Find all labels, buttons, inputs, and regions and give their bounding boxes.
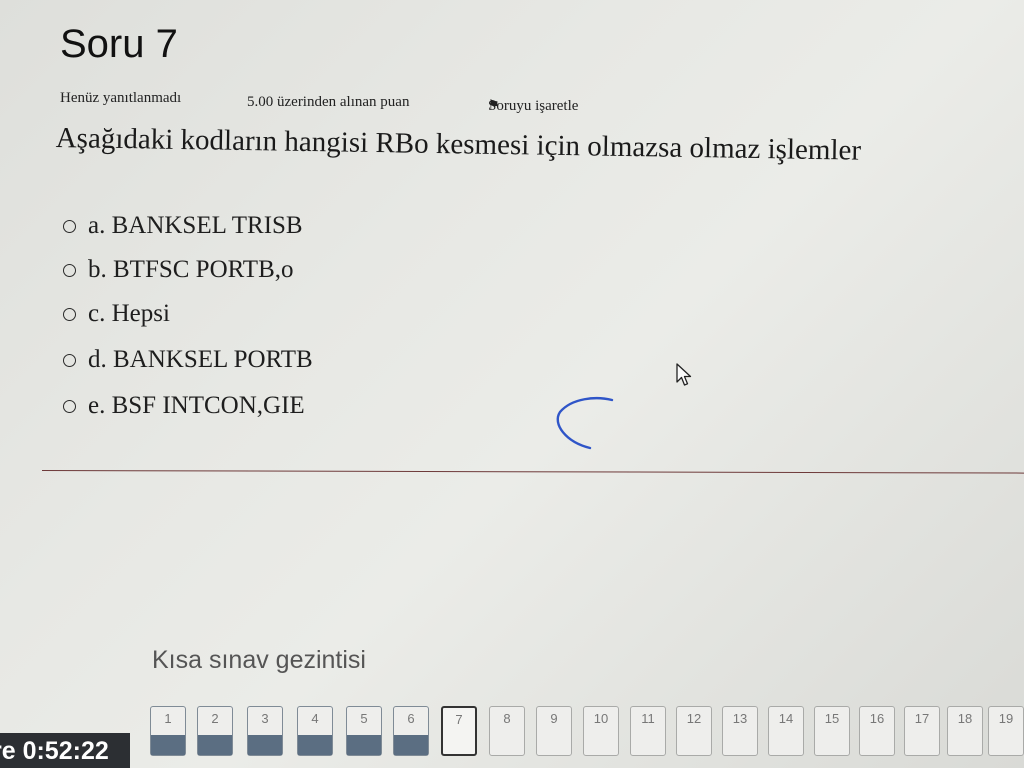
nav-question-10[interactable]: 10 [583,706,619,756]
flag-question-label: Soruyu işaretle [488,98,579,114]
nav-question-15[interactable]: 15 [814,706,850,756]
nav-question-number: 17 [914,711,930,726]
nav-question-2[interactable]: 2 [197,706,233,756]
nav-question-number: 2 [211,711,219,726]
option-a-label: a. BANKSEL TRISB [88,212,303,239]
nav-question-19[interactable]: 19 [988,706,1024,756]
nav-question-number: 18 [957,711,973,726]
nav-question-7[interactable]: 7 [441,706,477,756]
radio-option-d[interactable] [63,353,76,367]
nav-question-9[interactable]: 9 [536,706,572,756]
nav-question-number: 5 [360,711,368,726]
question-grade: 5.00 üzerinden alınan puan [247,94,410,110]
nav-question-14[interactable]: 14 [768,706,804,756]
nav-question-number: 16 [869,711,885,726]
nav-question-number: 11 [641,711,655,726]
nav-question-18[interactable]: 18 [947,706,983,756]
option-d-label: d. BANKSEL PORTB [88,346,313,373]
nav-question-number: 19 [998,711,1014,726]
nav-question-number: 1 [164,711,172,726]
nav-question-number: 6 [407,711,415,726]
nav-question-number: 12 [686,711,702,726]
question-text: Aşağıdaki kodların hangisi RBo kesmesi i… [55,122,862,167]
nav-question-number: 15 [824,711,840,726]
nav-question-11[interactable]: 11 [630,706,666,756]
option-b-label: b. BTFSC PORTB,o [88,256,294,283]
quiz-timer: re 0:52:22 [0,733,130,768]
nav-question-16[interactable]: 16 [859,706,895,756]
nav-question-number: 13 [732,711,748,726]
nav-question-3[interactable]: 3 [247,706,283,756]
nav-question-number: 3 [261,711,269,726]
nav-question-number: 4 [311,711,319,726]
option-c-label: c. Hepsi [88,300,170,327]
radio-option-e[interactable] [63,399,76,413]
nav-question-5[interactable]: 5 [346,706,382,756]
radio-option-c[interactable] [63,307,76,321]
question-title: Soru 7 [60,22,178,66]
nav-question-number: 14 [778,711,794,726]
question-status: Henüz yanıtlanmadı [60,90,182,106]
nav-question-8[interactable]: 8 [489,706,525,756]
mouse-pointer-icon [676,363,692,386]
nav-question-13[interactable]: 13 [722,706,758,756]
radio-option-b[interactable] [63,263,76,277]
nav-question-number: 7 [455,712,463,727]
radio-option-a[interactable] [63,219,76,233]
pen-annotation-mark [556,397,614,450]
nav-question-17[interactable]: 17 [904,706,940,756]
option-e[interactable]: e. BSF INTCON,GIE [63,392,305,420]
nav-question-number: 8 [503,711,511,726]
option-a[interactable]: a. BANKSEL TRISB [63,212,303,240]
option-c[interactable]: c. Hepsi [63,300,170,328]
option-b[interactable]: b. BTFSC PORTB,o [63,256,294,284]
nav-question-4[interactable]: 4 [297,706,333,756]
nav-question-1[interactable]: 1 [150,706,186,756]
nav-question-number: 9 [550,711,558,726]
quiz-navigation-title: Kısa sınav gezintisi [152,646,366,674]
nav-question-number: 10 [593,711,609,726]
nav-question-12[interactable]: 12 [676,706,712,756]
option-d[interactable]: d. BANKSEL PORTB [63,346,313,374]
section-divider [41,470,1024,474]
option-e-label: e. BSF INTCON,GIE [88,392,305,419]
nav-question-6[interactable]: 6 [393,706,429,756]
